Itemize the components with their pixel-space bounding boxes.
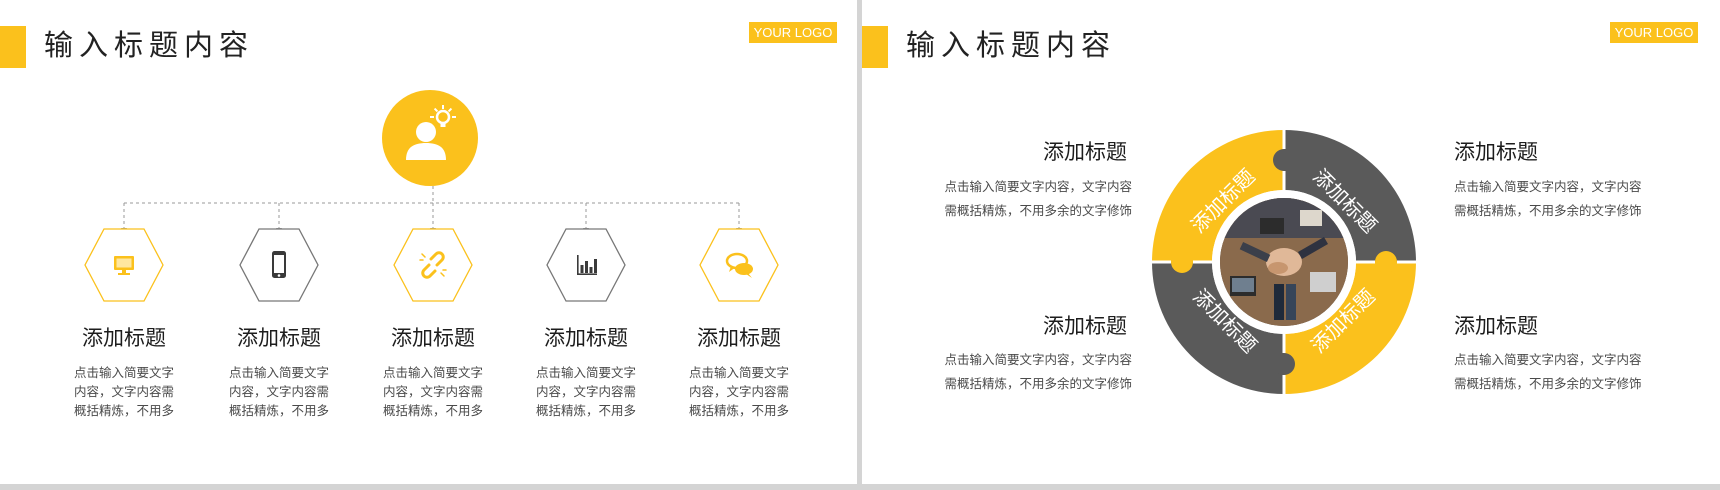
main-concept-circle <box>382 90 478 186</box>
chat-bubbles-icon <box>725 252 753 278</box>
hex-icon-3 <box>392 227 474 303</box>
hex-icon-1 <box>83 227 165 303</box>
column-title: 添加标题 <box>544 326 628 350</box>
slide-title: 输入标题内容 <box>906 28 1117 62</box>
broken-link-icon <box>419 251 447 279</box>
item-description: 点击输入简要文字内容，文字内容 需概括精炼，不用多余的文字修饰 <box>1454 348 1654 396</box>
item-description: 点击输入简要文字内容，文字内容 需概括精炼，不用多余的文字修饰 <box>1454 175 1654 223</box>
column-description: 点击输入简要文字内容，文字内容需概括精炼，不用多余的文字修饰 <box>382 365 483 418</box>
item-title: 添加标题 <box>1043 314 1127 338</box>
person-lightbulb-icon <box>406 105 456 160</box>
item-description-line: 点击输入简要文字内容，文字内容 <box>944 352 1132 367</box>
item-description-line: 需概括精炼，不用多余的文字修饰 <box>1454 203 1642 218</box>
item-title: 添加标题 <box>1454 314 1538 338</box>
item-description-line: 点击输入简要文字内容，文字内容 <box>1454 179 1642 194</box>
column-description: 点击输入简要文字内容，文字内容需概括精炼，不用多余的文字修饰 <box>535 365 636 418</box>
item-description: 点击输入简要文字内容，文字内容 需概括精炼，不用多余的文字修饰 <box>932 175 1132 223</box>
hex-icon-2 <box>238 227 320 303</box>
item-title: 添加标题 <box>1043 140 1127 164</box>
item-description-line: 需概括精炼，不用多余的文字修饰 <box>944 203 1132 218</box>
title-accent-bar <box>862 26 888 68</box>
column-description: 点击输入简要文字内容，文字内容需概括精炼，不用多余的文字修饰 <box>228 365 329 418</box>
hex-icon-4 <box>545 227 627 303</box>
logo-badge: YOUR LOGO <box>1610 22 1698 43</box>
item-description-line: 需概括精炼，不用多余的文字修饰 <box>1454 376 1642 391</box>
center-photo <box>1220 198 1348 326</box>
column-description: 点击输入简要文字内容，文字内容需概括精炼，不用多余的文字修饰 <box>73 365 174 418</box>
item-title: 添加标题 <box>1454 140 1538 164</box>
item-description-line: 点击输入简要文字内容，文字内容 <box>944 179 1132 194</box>
slide-left: 输入标题内容 YOUR LOGO 添加标题 点击输入简要文字内容，文字内容需概括… <box>0 0 857 484</box>
column-title: 添加标题 <box>391 326 475 350</box>
item-description-line: 需概括精炼，不用多余的文字修饰 <box>944 376 1132 391</box>
column-title: 添加标题 <box>82 326 166 350</box>
hex-icon-5 <box>698 227 780 303</box>
phone-icon <box>272 251 286 278</box>
bar-chart-icon <box>577 255 597 275</box>
monitor-icon <box>114 256 134 275</box>
slide-right: 输入标题内容 YOUR LOGO 添加标题 添加标题 添加标题 添加标题 添加标… <box>862 0 1720 484</box>
column-title: 添加标题 <box>237 326 321 350</box>
item-description-line: 点击输入简要文字内容，文字内容 <box>1454 352 1642 367</box>
column-title: 添加标题 <box>697 326 781 350</box>
item-description: 点击输入简要文字内容，文字内容 需概括精炼，不用多余的文字修饰 <box>932 348 1132 396</box>
column-description: 点击输入简要文字内容，文字内容需概括精炼，不用多余的文字修饰 <box>688 365 789 418</box>
